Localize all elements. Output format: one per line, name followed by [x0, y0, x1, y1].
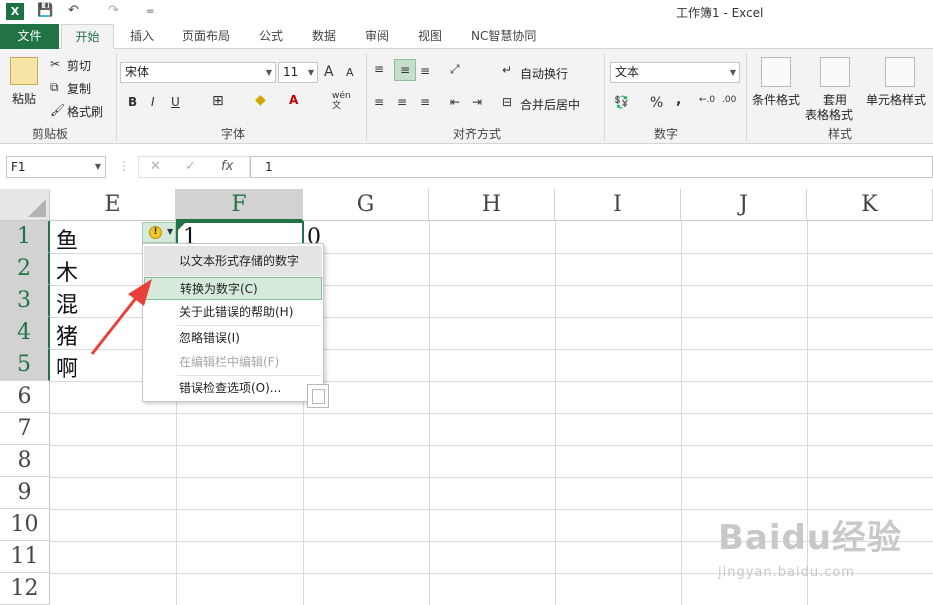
arrow-shaft [90, 292, 142, 355]
watermark-url: jingyan.baidu.com [718, 565, 855, 580]
watermark: Baidu经验 jingyan.baidu.com [718, 510, 902, 580]
watermark-brand: Baidu经验 [718, 518, 903, 558]
